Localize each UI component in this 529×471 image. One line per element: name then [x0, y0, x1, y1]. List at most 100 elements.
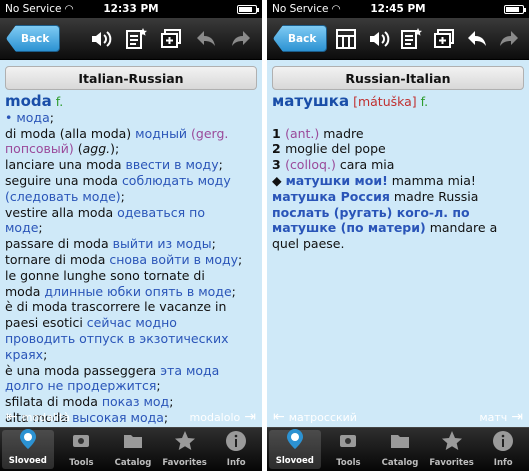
translation-text[interactable]: одеваться по	[117, 205, 205, 220]
tab-slovoed[interactable]: Slovoed	[269, 429, 321, 469]
article-text: ;	[120, 188, 125, 204]
article-text: di moda (alla moda)	[5, 125, 136, 141]
article-text: •	[5, 109, 17, 125]
gram-label: f.	[420, 94, 429, 109]
prev-arrow-icon: ⇤	[6, 409, 18, 425]
battery-icon	[504, 5, 526, 14]
prev-entry-button[interactable]: ⇤ матросский	[273, 409, 357, 425]
tab-slovoed[interactable]: Slovoed	[2, 427, 54, 469]
translation-text[interactable]: сейчас модно	[87, 315, 177, 330]
prev-entry-button[interactable]: ⇤ modalità	[6, 409, 70, 425]
tab-label: Favorites	[429, 458, 474, 468]
translation-text[interactable]: долго не продержится	[5, 378, 156, 393]
article-text: cara mia	[335, 157, 395, 173]
article-body: • мода; di moda (alla moda) модный (gerg.…	[5, 110, 258, 426]
tools-icon	[69, 429, 93, 458]
tab-label: Catalog	[114, 458, 152, 468]
translation-text[interactable]: мода	[16, 110, 49, 125]
next-entry-button[interactable]: матч ⇥	[479, 409, 523, 425]
translation-text[interactable]: соблюдать моду	[122, 173, 231, 188]
tab-label: Catalog	[381, 458, 419, 468]
article: матушка [mátuška] f. 1 (ant.) madre 2 mog…	[272, 94, 525, 427]
tab-info[interactable]: Info	[477, 428, 529, 471]
tab-favorites[interactable]: Favorites	[159, 428, 211, 471]
translation-text[interactable]: (следовать моде)	[5, 189, 121, 204]
prev-arrow-icon: ⇤	[273, 409, 285, 425]
translation-text[interactable]: матушка Россия	[272, 189, 390, 204]
translation-text[interactable]: проводить отпуск в экзотических	[5, 331, 229, 346]
translation-text[interactable]: матушке (по матери)	[272, 220, 426, 235]
next-arrow-icon: ⇥	[244, 409, 256, 425]
article-text: ;	[49, 109, 54, 125]
tab-tools[interactable]: Tools	[56, 428, 108, 471]
battery-icon	[237, 5, 259, 14]
article-text: agg.	[82, 141, 111, 157]
back-button[interactable]: Back	[6, 25, 61, 52]
article-text: ;	[218, 157, 223, 173]
table-icon[interactable]	[332, 24, 360, 54]
article-text: ;	[156, 378, 161, 394]
article-text: è una moda passeggera	[5, 362, 161, 378]
article-text: 1	[272, 125, 286, 141]
star-icon	[440, 429, 464, 458]
translation-text[interactable]: матушки мои!	[286, 173, 388, 188]
clock: 12:45 PM	[370, 3, 426, 15]
article-text: seguire una moda	[5, 172, 122, 188]
right-screen: No Service ◠ 12:45 PM Back Russian-Italia…	[267, 0, 529, 471]
article: moda f. • мода; di moda (alla moda) модны…	[5, 94, 258, 427]
speaker-icon[interactable]	[86, 24, 116, 54]
add-card-icon[interactable]	[430, 24, 458, 54]
article-text: ;	[211, 236, 216, 252]
translation-text[interactable]: модный	[135, 126, 187, 141]
gram-label: f.	[55, 94, 64, 109]
translation-text[interactable]: выйти из моды	[113, 236, 212, 251]
translation-text[interactable]: ввести в моду	[125, 157, 218, 172]
tab-bar: Slovoed Tools Catalog Favorites Info	[0, 427, 262, 471]
headword: матушка	[272, 94, 350, 110]
tab-label: Tools	[336, 458, 361, 468]
tab-label: Tools	[69, 458, 94, 468]
tab-label: Slovoed	[275, 456, 314, 466]
article-text: 3	[272, 157, 286, 173]
favorite-list-icon[interactable]	[398, 24, 426, 54]
catalog-icon	[121, 429, 145, 458]
dictionary-title: Russian-Italian	[272, 66, 524, 90]
article-text: madre	[319, 125, 364, 141]
slovoed-icon	[16, 427, 40, 456]
translation-text[interactable]: моде	[5, 220, 38, 235]
nav-row: ⇤ modalità modalolo ⇥	[0, 407, 262, 427]
undo-icon[interactable]	[463, 24, 491, 54]
headword: moda	[5, 94, 52, 110]
translation-text[interactable]: краях	[5, 347, 43, 362]
article-text: (	[73, 141, 83, 157]
add-card-icon[interactable]	[156, 24, 186, 54]
favorite-list-icon[interactable]	[121, 24, 151, 54]
tab-label: Slovoed	[8, 456, 47, 466]
translation-text[interactable]: эта мода	[160, 363, 219, 378]
redo-icon[interactable]	[495, 24, 523, 54]
tab-favorites[interactable]: Favorites	[426, 428, 478, 471]
article-text: ;	[43, 346, 48, 362]
undo-icon[interactable]	[191, 24, 221, 54]
article-text: ;	[238, 251, 243, 267]
clock: 12:33 PM	[103, 3, 159, 15]
tab-catalog[interactable]: Catalog	[374, 428, 426, 471]
back-button[interactable]: Back	[273, 25, 328, 52]
translation-text[interactable]: снова войти в моду	[109, 252, 238, 267]
redo-icon[interactable]	[226, 24, 256, 54]
article-text: è di moda trascorrere le vacanze in	[5, 299, 227, 315]
translation-text[interactable]: длинные юбки опять в моде	[44, 284, 231, 299]
tab-bar: Slovoed Tools Catalog Favorites Info	[267, 427, 529, 471]
speaker-icon[interactable]	[365, 24, 393, 54]
tab-info[interactable]: Info	[210, 428, 262, 471]
tab-tools[interactable]: Tools	[323, 428, 375, 471]
article-text: ◆	[272, 172, 286, 188]
next-entry-button[interactable]: modalolo ⇥	[190, 409, 256, 425]
transliteration: [mátuška]	[353, 94, 417, 109]
tab-catalog[interactable]: Catalog	[107, 428, 159, 471]
article-text: paesi esotici	[5, 315, 87, 331]
article-text: vestire alla moda	[5, 204, 118, 220]
translation-text[interactable]: послать (ругать) кого-л. по	[272, 205, 470, 220]
dictionary-title: Italian-Russian	[5, 66, 257, 90]
article-text: moda	[5, 283, 45, 299]
